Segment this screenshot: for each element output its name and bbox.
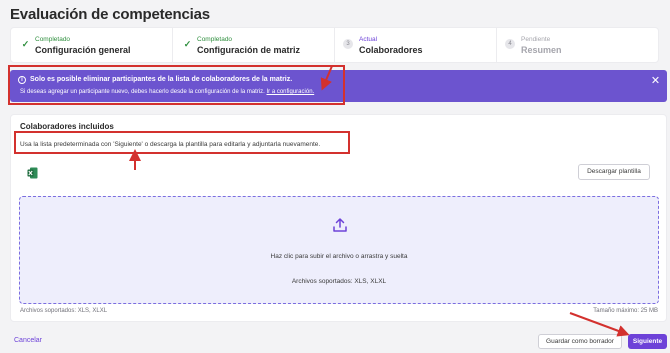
dropzone-formats: Archivos soportados: XLS, XLXL [291, 278, 387, 285]
excel-icon [27, 167, 38, 179]
step-number-badge: 4 [505, 39, 515, 49]
step-status: Completado [35, 36, 71, 43]
info-icon: i [18, 76, 26, 84]
step-name: Configuración general [35, 45, 131, 55]
save-draft-button[interactable]: Guardar como borrador [538, 334, 622, 349]
info-banner: i Solo es posible eliminar participantes… [10, 70, 667, 102]
file-dropzone[interactable]: Haz clic para subir el archivo o arrastr… [19, 196, 659, 304]
step-matrix-config[interactable]: ✓ Completado Configuración de matriz [173, 28, 335, 62]
helper-text: Usa la lista predeterminada con 'Siguien… [20, 141, 321, 148]
step-collaborators[interactable]: 3 Actual Colaboradores [335, 28, 497, 62]
check-icon: ✓ [21, 39, 30, 49]
cancel-link[interactable]: Cancelar [14, 337, 42, 344]
check-icon: ✓ [183, 39, 192, 49]
step-name: Resumen [521, 45, 562, 55]
step-status: Pendiente [521, 36, 551, 43]
section-title: Colaboradores incluidos [20, 122, 114, 131]
supported-formats: Archivos soportados: XLS, XLXL [20, 308, 108, 314]
close-icon[interactable]: ✕ [650, 76, 661, 87]
step-status: Completado [197, 36, 233, 43]
step-status: Actual [359, 36, 378, 43]
banner-message: Solo es posible eliminar participantes d… [30, 76, 293, 83]
max-size: Tamaño máximo: 25 MB [593, 308, 658, 314]
step-name: Colaboradores [359, 45, 423, 55]
step-general-config[interactable]: ✓ Completado Configuración general [11, 28, 173, 62]
step-number-badge: 3 [343, 39, 353, 49]
next-button[interactable]: Siguiente [628, 334, 667, 349]
download-template-button[interactable]: Descargar plantilla [578, 164, 650, 180]
step-name: Configuración de matriz [197, 45, 301, 55]
collaborators-card: Colaboradores incluidos Usa la lista pre… [10, 114, 667, 322]
dropzone-instructions: Haz clic para subir el archivo o arrastr… [270, 253, 408, 260]
banner-detail: Si deseas agregar un participante nuevo,… [20, 89, 265, 95]
stepper: ✓ Completado Configuración general ✓ Com… [10, 27, 659, 63]
step-summary: 4 Pendiente Resumen [497, 28, 658, 62]
config-link[interactable]: Ir a configuración. [267, 89, 315, 95]
page-title: Evaluación de competencias [10, 6, 210, 23]
upload-icon [333, 218, 347, 232]
